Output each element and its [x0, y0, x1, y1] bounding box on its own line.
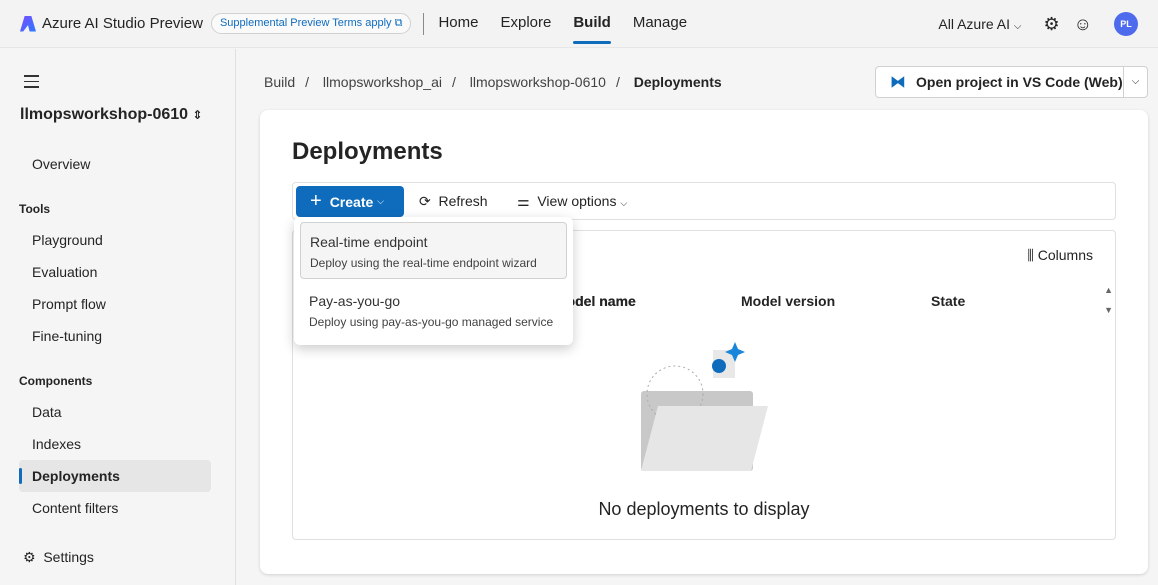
- project-selector[interactable]: llmopsworkshop-0610 ⇕: [20, 106, 203, 124]
- divider: [423, 12, 425, 35]
- breadcrumb-build[interactable]: Build: [264, 74, 295, 90]
- breadcrumb-current: Deployments: [633, 74, 722, 90]
- nav-build[interactable]: Build: [573, 0, 611, 48]
- refresh-button[interactable]: ⟳ Refresh: [419, 193, 488, 210]
- vscode-dropdown-chevron-icon[interactable]: ⌵: [1123, 67, 1147, 97]
- nav-home[interactable]: Home: [438, 0, 478, 48]
- columns-button[interactable]: ⫼ Columns: [1027, 247, 1093, 264]
- columns-icon: ⫼: [1027, 247, 1034, 263]
- avatar[interactable]: PL: [1114, 12, 1138, 36]
- toolbar: + Create ⌵ ⟳ Refresh ⚌ View options ⌵: [292, 182, 1116, 220]
- section-components: Components: [19, 374, 93, 388]
- chevron-updown-icon: ⇕: [192, 108, 203, 122]
- sidebar-item-content-filters[interactable]: Content filters: [19, 492, 211, 524]
- create-button[interactable]: + Create ⌵: [296, 186, 404, 217]
- sliders-icon: ⚌: [517, 193, 530, 209]
- feedback-smiley-icon[interactable]: ☺: [1074, 14, 1092, 35]
- column-header-state[interactable]: State: [931, 293, 965, 309]
- open-vscode-button[interactable]: ⧓ Open project in VS Code (Web) ⌵: [875, 66, 1148, 98]
- azure-ai-logo-icon: [20, 15, 36, 32]
- hamburger-menu-icon[interactable]: [24, 75, 39, 92]
- preview-terms-link[interactable]: Supplemental Preview Terms apply ⧉: [210, 13, 412, 34]
- section-tools: Tools: [19, 202, 51, 216]
- chevron-down-icon: ⌵: [377, 196, 384, 206]
- gear-icon: ⚙: [23, 549, 36, 565]
- menu-item-real-time-endpoint[interactable]: Real-time endpoint Deploy using the real…: [300, 222, 567, 279]
- chevron-down-icon: ⌵: [620, 198, 628, 208]
- gear-icon[interactable]: ⚙: [1043, 14, 1059, 35]
- breadcrumb: Build / llmopsworkshop_ai / llmopsworkshop…: [264, 74, 722, 90]
- empty-folder-illustration: [641, 342, 768, 471]
- sidebar-item-indexes[interactable]: Indexes: [19, 428, 211, 460]
- page-title: Deployments: [292, 138, 443, 165]
- sidebar-item-data[interactable]: Data: [19, 396, 211, 428]
- sidebar-item-fine-tuning[interactable]: Fine-tuning: [19, 320, 211, 352]
- column-header-model-name-visible-part: del name: [575, 293, 636, 309]
- nav-manage[interactable]: Manage: [633, 0, 687, 48]
- sidebar: llmopsworkshop-0610 ⇕ Overview Tools Pla…: [0, 49, 236, 585]
- app-title[interactable]: Azure AI Studio Preview: [42, 15, 203, 32]
- breadcrumb-project[interactable]: llmopsworkshop-0610: [470, 74, 606, 90]
- breadcrumb-hub[interactable]: llmopsworkshop_ai: [323, 74, 442, 90]
- menu-item-pay-as-you-go[interactable]: Pay-as-you-go Deploy using pay-as-you-go…: [300, 282, 567, 339]
- view-options-button[interactable]: ⚌ View options ⌵: [517, 193, 627, 210]
- empty-state-message: No deployments to display: [598, 499, 810, 519]
- scroll-up-icon[interactable]: ▲: [1104, 285, 1113, 295]
- top-bar: Azure AI Studio Preview Supplemental Pre…: [0, 0, 1158, 48]
- column-header-model-version[interactable]: Model version: [741, 293, 835, 309]
- nav-explore[interactable]: Explore: [500, 0, 551, 48]
- sidebar-item-evaluation[interactable]: Evaluation: [19, 256, 211, 288]
- scroll-down-icon[interactable]: ▼: [1104, 305, 1113, 315]
- sidebar-item-prompt-flow[interactable]: Prompt flow: [19, 288, 211, 320]
- sidebar-item-settings[interactable]: ⚙ Settings: [19, 541, 211, 573]
- vscode-icon: ⧓: [890, 74, 906, 91]
- scope-selector[interactable]: All Azure AI ⌵: [938, 16, 1021, 32]
- chevron-down-icon: ⌵: [1013, 21, 1022, 32]
- sidebar-item-deployments[interactable]: Deployments: [19, 460, 211, 492]
- refresh-icon: ⟳: [419, 193, 431, 209]
- sidebar-item-overview[interactable]: Overview: [19, 148, 211, 180]
- sidebar-item-playground[interactable]: Playground: [19, 224, 211, 256]
- plus-icon: +: [310, 190, 322, 212]
- create-dropdown-menu: Real-time endpoint Deploy using the real…: [294, 217, 573, 345]
